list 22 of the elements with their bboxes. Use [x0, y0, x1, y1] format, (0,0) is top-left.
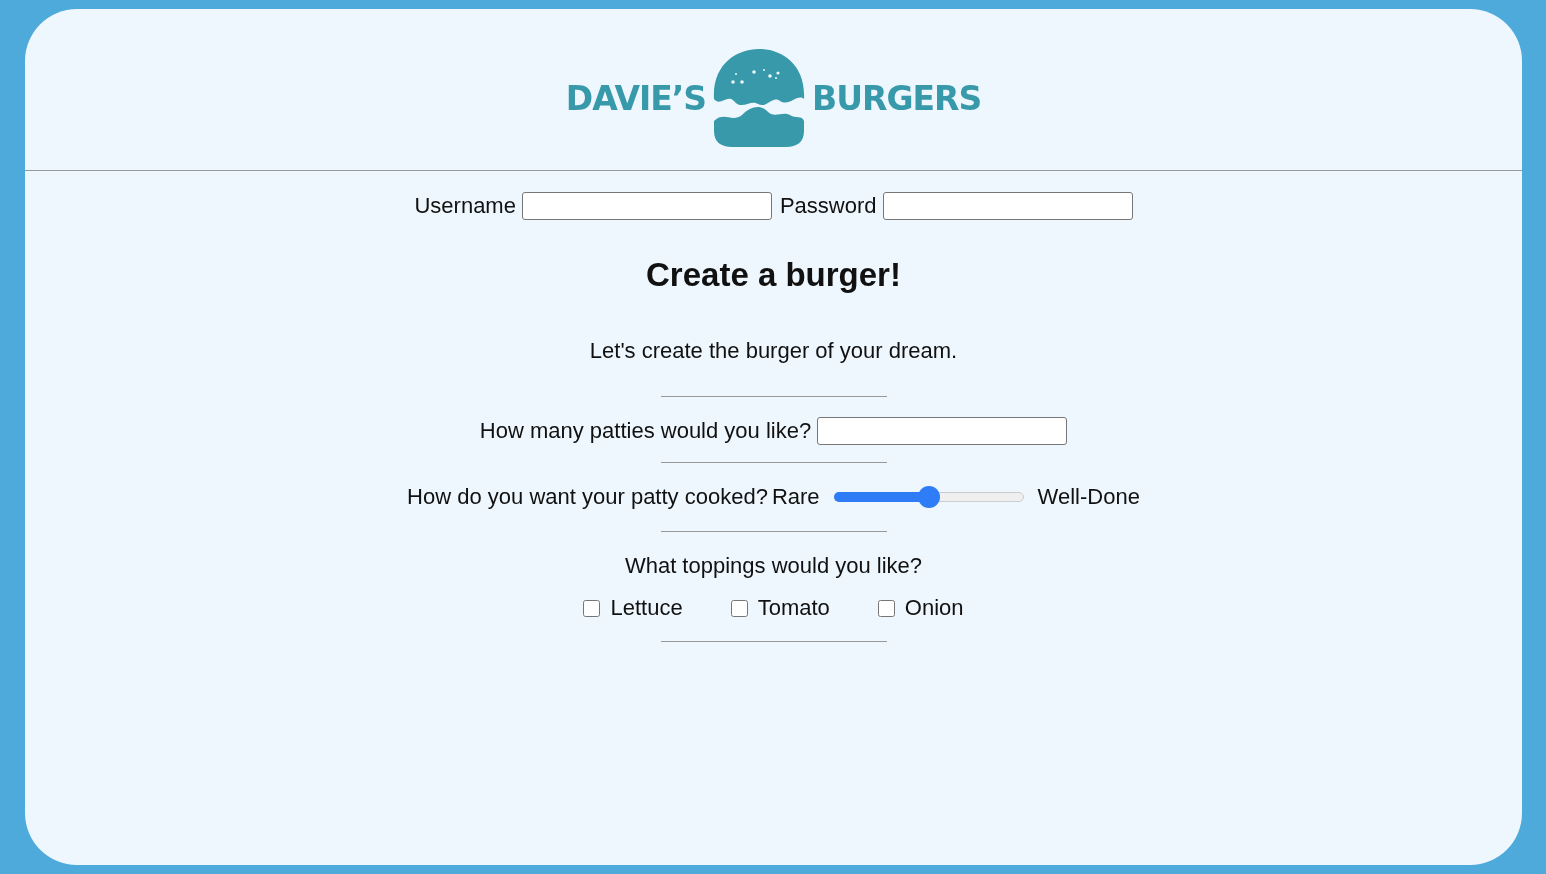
topping-checkbox[interactable]	[877, 599, 895, 617]
question-label: What toppings would you like?	[623, 553, 924, 579]
question-label: How do you want your patty cooked?	[407, 484, 768, 510]
burger-icon	[712, 48, 807, 149]
page-heading: Create a burger!	[645, 256, 902, 294]
intro-text: Let's create the burger of your dream.	[588, 338, 959, 364]
scale-label: Rare	[771, 484, 820, 510]
logo-text: BURGERS	[812, 79, 982, 118]
checkbox-label: Tomato	[757, 595, 830, 621]
question-label: How many patties would you like?	[479, 418, 812, 444]
topping-checkbox[interactable]	[730, 599, 748, 617]
doneness-slider[interactable]	[833, 486, 1024, 508]
checkbox-label: Onion	[904, 595, 964, 621]
username-field[interactable]	[521, 192, 772, 220]
patties-field[interactable]	[817, 417, 1068, 445]
password-field[interactable]	[882, 192, 1133, 220]
logo-text: DAVIE’S	[565, 79, 707, 118]
field-label: Password	[779, 193, 877, 219]
field-label: Username	[414, 193, 516, 219]
checkbox-label: Lettuce	[610, 595, 683, 621]
scale-label: Well-Done	[1037, 484, 1140, 510]
topping-checkbox[interactable]	[583, 599, 601, 617]
